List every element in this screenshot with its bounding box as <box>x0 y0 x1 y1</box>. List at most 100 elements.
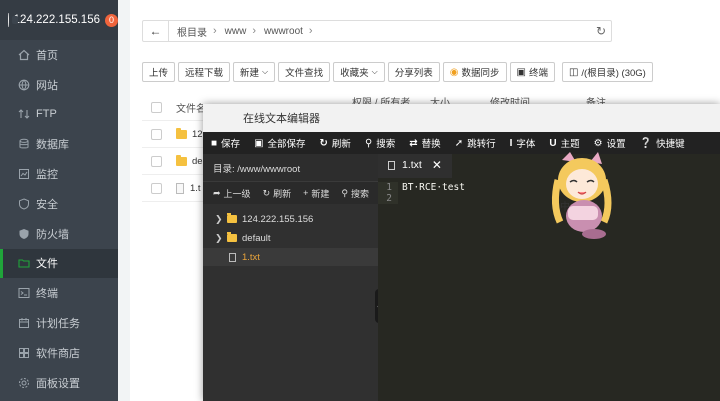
svg-text:中: 中 <box>560 200 570 213</box>
sidebar-item-label: FTP <box>36 108 57 121</box>
line-number: 2 <box>378 193 398 204</box>
editor-title[interactable]: 在线文本编辑器 <box>203 104 720 132</box>
firewall-icon <box>18 228 30 240</box>
share-list-button[interactable]: 分享列表 <box>387 62 440 82</box>
sidebar-item-firewall[interactable]: 防火墙 <box>0 219 118 249</box>
refresh-icon[interactable]: ↻ <box>596 24 606 38</box>
new-button[interactable]: 新建 ⌵ <box>233 62 276 82</box>
font-icon: I <box>509 137 513 149</box>
sidebar-item-website[interactable]: 网站 <box>0 70 118 100</box>
ftp-icon <box>18 108 30 120</box>
chevron-down-icon: ⌵ <box>371 67 378 76</box>
line-number: 1 <box>378 182 398 193</box>
breadcrumb-wwwroot[interactable]: wwwroot › <box>256 25 313 37</box>
editor-body: 目录: /www/wwwroot ➦ 上一级 ↻ 刷新 + 新建 ⚲ 搜索 ❯ 124.… <box>203 154 720 401</box>
upload-button[interactable]: 上传 <box>142 62 176 82</box>
file-search-button[interactable]: 文件查找 <box>278 62 331 82</box>
editor-file-panel: 目录: /www/wwwroot ➦ 上一级 ↻ 刷新 + 新建 ⚲ 搜索 ❯ 124.… <box>203 154 378 401</box>
select-all-checkbox[interactable] <box>151 101 162 113</box>
theme-icon: U <box>549 137 557 149</box>
chevron-down-icon: ⌵ <box>262 67 269 76</box>
sidebar-item-label: 文件 <box>36 258 58 271</box>
sidebar-item-ftp[interactable]: FTP <box>0 100 118 130</box>
disk-icon: ◫ <box>568 66 579 78</box>
calendar-icon <box>18 317 30 329</box>
data-sync-button[interactable]: ◉ 数据同步 <box>442 62 507 82</box>
shortcuts-button[interactable]: ❔ 快捷键 <box>640 136 685 151</box>
terminal-icon: ▣ <box>516 66 526 78</box>
disk-button[interactable]: ◫/(根目录) (30G) <box>561 62 653 82</box>
up-level-button[interactable]: ➦ 上一级 <box>213 187 251 200</box>
row-checkbox[interactable] <box>151 128 162 140</box>
sidebar-item-monitor[interactable]: 监控 <box>0 159 118 189</box>
search-button[interactable]: ⚲ 搜索 <box>365 136 395 151</box>
folder-icon <box>227 232 237 242</box>
shield-icon <box>18 198 30 210</box>
font-button[interactable]: I 字体 <box>509 136 536 151</box>
tree-item-active[interactable]: 1.txt <box>203 248 378 266</box>
remote-download-button[interactable]: 远程下载 <box>178 62 231 82</box>
editor-tab[interactable]: 1.txt ✕ <box>378 154 452 178</box>
sidebar-item-files[interactable]: 文件 <box>0 248 118 279</box>
breadcrumb-root[interactable]: 根目录 › <box>169 24 217 39</box>
sync-icon: ◉ <box>449 66 459 78</box>
tree-item[interactable]: ❯ 124.222.155.156 <box>203 210 378 228</box>
jump-icon: ➚ <box>454 137 464 149</box>
sidebar-item-label: 监控 <box>36 169 58 182</box>
sidebar-header: 124.222.155.156 0 <box>0 0 118 40</box>
editor-directory-label: 目录: /www/wwwroot <box>203 154 378 182</box>
sidebar-item-label: 面板设置 <box>36 377 80 390</box>
row-checkbox[interactable] <box>151 182 162 194</box>
tree-item[interactable]: ❯ default <box>203 229 378 247</box>
close-icon[interactable]: ✕ <box>432 158 442 172</box>
file-icon <box>229 252 236 262</box>
save-all-button[interactable]: ▣ 全部保存 <box>254 136 305 151</box>
tree-new-button[interactable]: + 新建 <box>303 187 329 200</box>
sidebar-menu: 首页 网站 FTP 数据库 监控 安全 防火墙 文件 终端 计划任务 软件商店 … <box>0 40 118 398</box>
folder-icon <box>176 154 187 166</box>
search-icon: ⚲ <box>341 187 348 198</box>
col-name[interactable]: 文件名 <box>176 100 206 115</box>
server-ip: 124.222.155.156 <box>13 14 100 26</box>
sidebar-item-label: 首页 <box>36 49 58 62</box>
sidebar-item-store[interactable]: 软件商店 <box>0 338 118 368</box>
replace-button[interactable]: ⇄ 替换 <box>409 136 440 151</box>
save-icon: ■ <box>211 137 218 149</box>
settings-button[interactable]: ⚙ 设置 <box>593 136 626 151</box>
jump-line-button[interactable]: ➚ 跳转行 <box>454 136 496 151</box>
sidebar-item-security[interactable]: 安全 <box>0 189 118 219</box>
sidebar-item-terminal[interactable]: 终端 <box>0 278 118 308</box>
sidebar-item-label: 计划任务 <box>36 318 80 331</box>
tree-search-button[interactable]: ⚲ 搜索 <box>341 187 369 200</box>
refresh-icon: ↻ <box>262 187 271 198</box>
globe-icon <box>18 79 30 91</box>
sidebar-item-cron[interactable]: 计划任务 <box>0 308 118 338</box>
theme-button[interactable]: U 主题 <box>549 136 579 151</box>
folder-icon <box>227 213 237 223</box>
tree-refresh-button[interactable]: ↻ 刷新 <box>263 187 292 200</box>
breadcrumb: ← 根目录 › www › wwwroot › ↻ <box>142 20 612 42</box>
sidebar-item-panel-settings[interactable]: 面板设置 <box>0 368 118 398</box>
sidebar-item-home[interactable]: 首页 <box>0 40 118 70</box>
save-button[interactable]: ■ 保存 <box>211 136 240 151</box>
breadcrumb-www[interactable]: www › <box>217 25 256 37</box>
gear-icon: ⚙ <box>593 137 603 149</box>
favorites-button[interactable]: 收藏夹 ⌵ <box>333 62 385 82</box>
sidebar: 124.222.155.156 0 首页 网站 FTP 数据库 监控 安全 防火… <box>0 0 118 401</box>
terminal-button[interactable]: ▣ 终端 <box>509 62 555 82</box>
refresh-button[interactable]: ↻ 刷新 <box>320 136 351 151</box>
replace-icon: ⇄ <box>409 137 418 149</box>
line-text <box>398 193 402 204</box>
chevron-right-icon[interactable]: ❯ <box>215 214 225 225</box>
sidebar-item-database[interactable]: 数据库 <box>0 129 118 159</box>
chevron-right-icon[interactable]: ❯ <box>215 233 225 244</box>
file-toolbar: 上传 远程下载 新建 ⌵ 文件查找 收藏夹 ⌵ 分享列表 ◉ 数据同步 ▣ 终端 ◫/(… <box>142 62 653 82</box>
sidebar-item-label: 防火墙 <box>36 228 69 241</box>
terminal-icon <box>18 287 30 299</box>
notification-badge[interactable]: 0 <box>105 13 118 27</box>
file-tree: ❯ 124.222.155.156 ❯ default 1.txt <box>203 204 378 266</box>
online-text-editor: 在线文本编辑器 ■ 保存 ▣ 全部保存 ↻ 刷新 ⚲ 搜索 ⇄ 替换 ➚ 跳转行 I 字体 U… <box>203 104 720 401</box>
file-icon <box>388 160 395 170</box>
row-checkbox[interactable] <box>151 155 162 167</box>
back-arrow-icon[interactable]: ← <box>143 21 169 41</box>
